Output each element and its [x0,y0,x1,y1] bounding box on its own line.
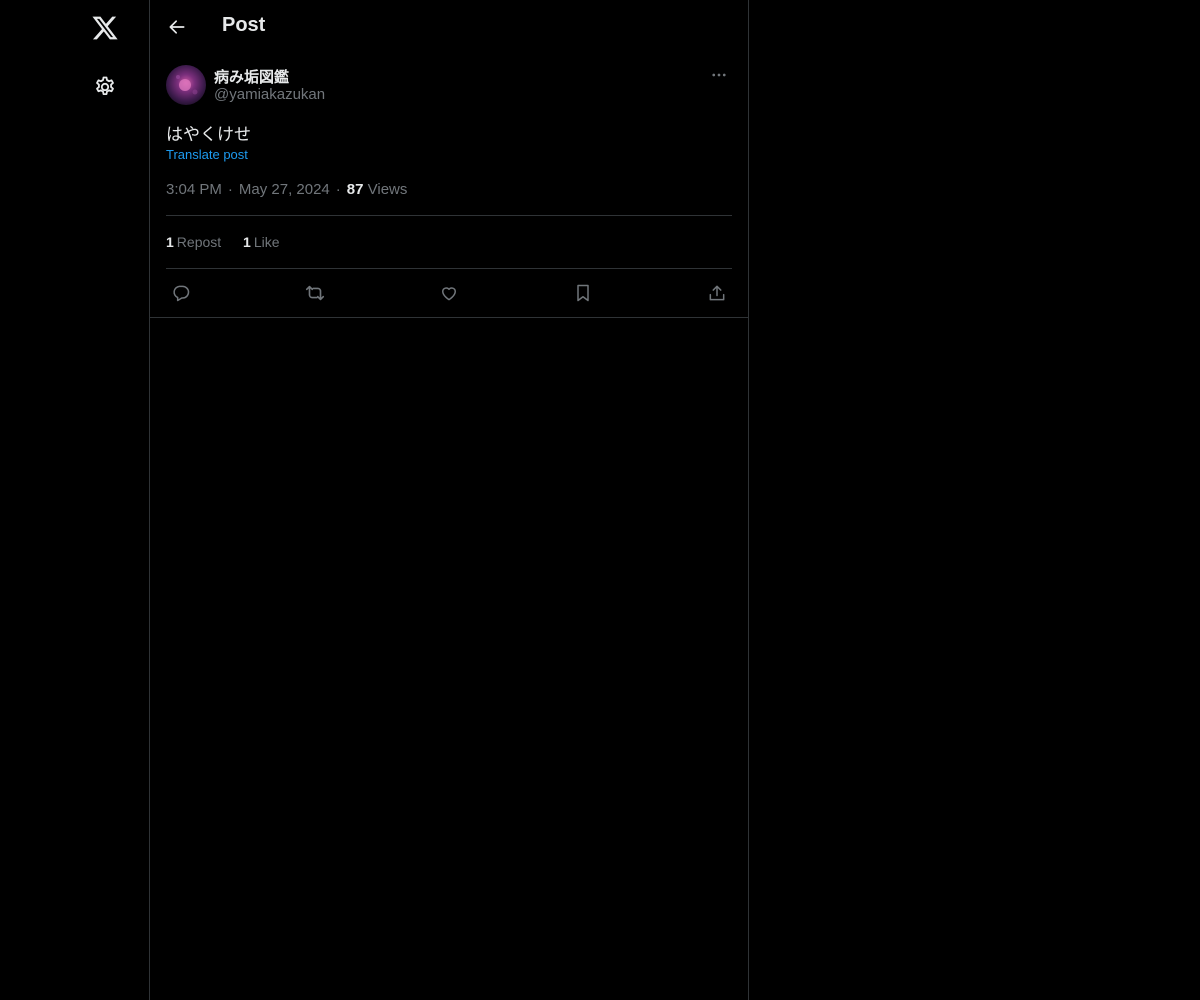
left-nav [0,0,150,1000]
post-actions [166,271,732,315]
translate-post-link[interactable]: Translate post [166,147,248,162]
post-time[interactable]: 3:04 PM [166,181,222,198]
repost-button[interactable] [300,278,330,308]
heart-icon [439,283,459,303]
engagement-stats: 1 Repost 1 Like [166,234,298,250]
x-logo-icon[interactable] [81,4,129,52]
likes-count: 1 [243,234,251,250]
post-date[interactable]: May 27, 2024 [239,181,330,198]
repost-icon [304,282,326,304]
main-column: Post 病み垢図鑑 @yamiakazukan はやくけせ Translate… [149,0,749,1000]
post-meta: 3:04 PM · May 27, 2024 · 87 Views [166,181,407,198]
ellipsis-icon [710,66,728,84]
author-handle[interactable]: @yamiakazukan [214,86,325,103]
meta-separator: · [227,181,233,198]
reposts-count: 1 [166,234,174,250]
reposts-stat[interactable]: 1 Repost [166,234,221,250]
reposts-label: Repost [176,234,222,250]
likes-label: Like [253,234,280,250]
post-text: はやくけせ [166,125,251,144]
bookmark-icon [573,283,593,303]
reply-icon [171,283,191,303]
author-row: 病み垢図鑑 @yamiakazukan [166,64,732,106]
share-button[interactable] [702,278,732,308]
bookmark-button[interactable] [568,278,598,308]
post-detail: 病み垢図鑑 @yamiakazukan はやくけせ Translate post… [150,53,748,318]
views-label: Views [367,181,408,198]
views-count: 87 [346,181,364,198]
divider [166,268,732,269]
avatar[interactable] [166,65,206,105]
likes-stat[interactable]: 1 Like [243,234,279,250]
page-title: Post [222,14,266,36]
settings-gear-icon[interactable] [81,63,129,111]
meta-separator: · [335,181,341,198]
like-button[interactable] [434,278,464,308]
arrow-left-icon [167,17,187,37]
back-button[interactable] [159,9,195,45]
divider [166,215,732,216]
more-options-button[interactable] [704,60,734,90]
reply-button[interactable] [166,278,196,308]
page-header: Post [150,0,748,53]
author-name[interactable]: 病み垢図鑑 [214,66,289,87]
share-icon [707,283,727,303]
